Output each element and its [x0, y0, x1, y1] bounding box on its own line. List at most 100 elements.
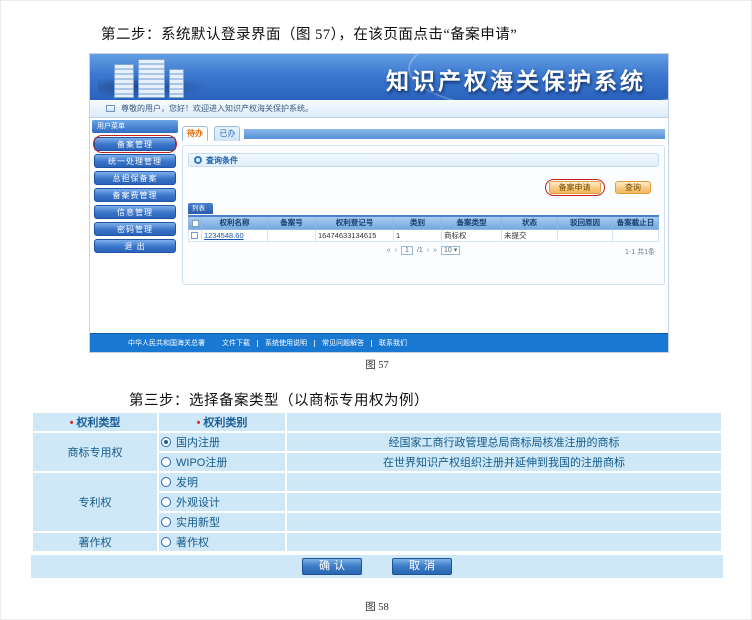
page-number-input[interactable]: 1 — [401, 246, 413, 255]
last-page-icon[interactable]: » — [433, 247, 437, 254]
query-icon — [194, 156, 202, 164]
app-main: 用户菜单 备案管理 统一处理管理 总担保备案 备案费管理 信息管理 密码管理 退… — [90, 118, 668, 333]
step3-instruction: 第三步：选择备案类型（以商标专用权为例） — [129, 389, 429, 410]
option-description: 在世界知识产权组织注册并延伸到我国的注册商标 — [286, 452, 722, 472]
footer-separator — [314, 340, 315, 347]
footer-link-contact[interactable]: 联系我们 — [379, 338, 407, 348]
radio-utility-model[interactable] — [161, 517, 171, 527]
step2-instruction: 第二步：系统默认登录界面（图 57），在该页面点击“备案申请” — [101, 23, 517, 44]
col-filing-type: 备案类型 — [442, 216, 502, 229]
welcome-text: 尊敬的用户，您好！欢迎进入知识产权海关保护系统。 — [121, 103, 313, 114]
next-page-icon[interactable]: › — [427, 247, 429, 254]
form-header-row: •权利类型 •权利类别 — [32, 412, 722, 432]
confirm-button[interactable]: 确认 — [302, 558, 362, 575]
form-row: 商标专用权 国内注册 经国家工商行政管理总局商标局核准注册的商标 — [32, 432, 722, 452]
right-name-link[interactable]: 1234548.60 — [204, 231, 244, 240]
first-page-icon[interactable]: « — [387, 247, 391, 254]
category-cell: 1 — [394, 229, 442, 241]
table-row: 1234548.60 16474633134615 1 商标权 未提交 — [189, 229, 659, 241]
action-row: 备案申请 查询 — [188, 177, 659, 195]
query-section-title: 查询条件 — [206, 155, 238, 166]
group-patent: 专利权 — [32, 472, 158, 532]
option-label: WIPO注册 — [176, 457, 227, 469]
col-right-name: 权利名称 — [202, 216, 268, 229]
app-title: 知识产权海关保护系统 — [386, 62, 646, 96]
fig57-caption: 图 57 — [1, 357, 752, 372]
radio-domestic-registration[interactable] — [161, 437, 171, 447]
option-label: 国内注册 — [176, 437, 220, 449]
option-label: 发明 — [176, 477, 198, 489]
radio-design[interactable] — [161, 497, 171, 507]
dropdown-caret-icon: ▾ — [454, 247, 458, 254]
col-record-no: 备案号 — [268, 216, 316, 229]
prev-page-icon[interactable]: ‹ — [395, 247, 397, 254]
query-section-header: 查询条件 — [188, 153, 659, 167]
form-actions: 确认 取消 — [31, 555, 723, 578]
option-label: 外观设计 — [176, 497, 220, 509]
fig58-caption: 图 58 — [1, 599, 752, 614]
sidebar-item-filing-management[interactable]: 备案管理 — [94, 137, 176, 151]
content-panel: 查询条件 备案申请 查询 列表 权利名称 备案号 权利登记号 类别 — [182, 145, 665, 285]
header-description — [286, 412, 722, 432]
footer-link-manual[interactable]: 系统使用说明 — [265, 338, 307, 348]
col-deadline: 备案截止日 — [613, 216, 659, 229]
page-total-label: /1 — [417, 247, 423, 254]
required-marker: • — [70, 417, 74, 429]
sidebar-header: 用户菜单 — [92, 120, 178, 133]
footer-link-faq[interactable]: 常见问题解答 — [322, 338, 364, 348]
sidebar-item-unified-processing[interactable]: 统一处理管理 — [94, 154, 176, 168]
filing-apply-button[interactable]: 备案申请 — [549, 181, 601, 194]
deadline-cell — [613, 229, 659, 241]
radio-invention[interactable] — [161, 477, 171, 487]
results-table: 权利名称 备案号 权利登记号 类别 备案类型 状态 驳回原因 备案截止日 123… — [188, 215, 659, 242]
radio-copyright[interactable] — [161, 537, 171, 547]
option-description — [286, 532, 722, 552]
app-header: 知识产权海关保护系统 — [90, 54, 668, 100]
building-graphic — [98, 56, 228, 100]
option-description — [286, 492, 722, 512]
option-label: 实用新型 — [176, 517, 220, 529]
tab-todo[interactable]: 待办 — [182, 126, 208, 141]
footer-separator — [257, 340, 258, 347]
form-row: 专利权 发明 — [32, 472, 722, 492]
notice-bar: 尊敬的用户，您好！欢迎进入知识产权海关保护系统。 — [90, 100, 668, 118]
cancel-button[interactable]: 取消 — [392, 558, 452, 575]
sidebar-item-password-management[interactable]: 密码管理 — [94, 222, 176, 236]
col-reject-reason: 驳回原因 — [558, 216, 613, 229]
content-area: 待办 已办 查询条件 备案申请 查询 列表 — [182, 120, 665, 285]
tab-bar: 待办 已办 — [182, 123, 665, 140]
sidebar-item-general-guarantee[interactable]: 总担保备案 — [94, 171, 176, 185]
status-cell: 未提交 — [502, 229, 558, 241]
footer-link-customs[interactable]: 中华人民共和国海关总署 — [128, 338, 205, 348]
select-all-cell — [189, 216, 202, 229]
record-no-cell — [268, 229, 316, 241]
sidebar-item-info-management[interactable]: 信息管理 — [94, 205, 176, 219]
filing-type-table: •权利类型 •权利类别 商标专用权 国内注册 经国家工商行政管理总局商标局核准注… — [31, 411, 723, 553]
page-size-select[interactable]: 10 ▾ — [441, 246, 460, 255]
group-trademark: 商标专用权 — [32, 432, 158, 472]
filing-type-form: •权利类型 •权利类别 商标专用权 国内注册 经国家工商行政管理总局商标局核准注… — [31, 411, 723, 578]
radio-wipo-registration[interactable] — [161, 457, 171, 467]
filing-type-cell: 商标权 — [442, 229, 502, 241]
group-copyright: 著作权 — [32, 532, 158, 552]
option-description: 经国家工商行政管理总局商标局核准注册的商标 — [286, 432, 722, 452]
sidebar-item-filing-fee[interactable]: 备案费管理 — [94, 188, 176, 202]
table-header-row: 权利名称 备案号 权利登记号 类别 备案类型 状态 驳回原因 备案截止日 — [189, 216, 659, 229]
pagination-info: 1-1 共1条 — [625, 247, 655, 257]
row-checkbox[interactable] — [191, 232, 198, 239]
option-description — [286, 512, 722, 532]
sidebar-item-logout[interactable]: 退 出 — [94, 239, 176, 253]
sidebar: 用户菜单 备案管理 统一处理管理 总担保备案 备案费管理 信息管理 密码管理 退… — [92, 120, 178, 256]
select-all-checkbox[interactable] — [192, 220, 199, 227]
user-icon — [106, 105, 115, 112]
option-label: 著作权 — [176, 537, 209, 549]
reject-reason-cell — [558, 229, 613, 241]
tab-done[interactable]: 已办 — [214, 126, 240, 141]
pagination: « ‹ 1 /1 › » 10 ▾ 1-1 共1条 — [188, 246, 659, 256]
list-label: 列表 — [188, 203, 213, 214]
required-marker: • — [197, 417, 201, 429]
footer-separator — [371, 340, 372, 347]
search-button[interactable]: 查询 — [615, 181, 651, 194]
footer-link-downloads[interactable]: 文件下载 — [222, 338, 250, 348]
option-description — [286, 472, 722, 492]
